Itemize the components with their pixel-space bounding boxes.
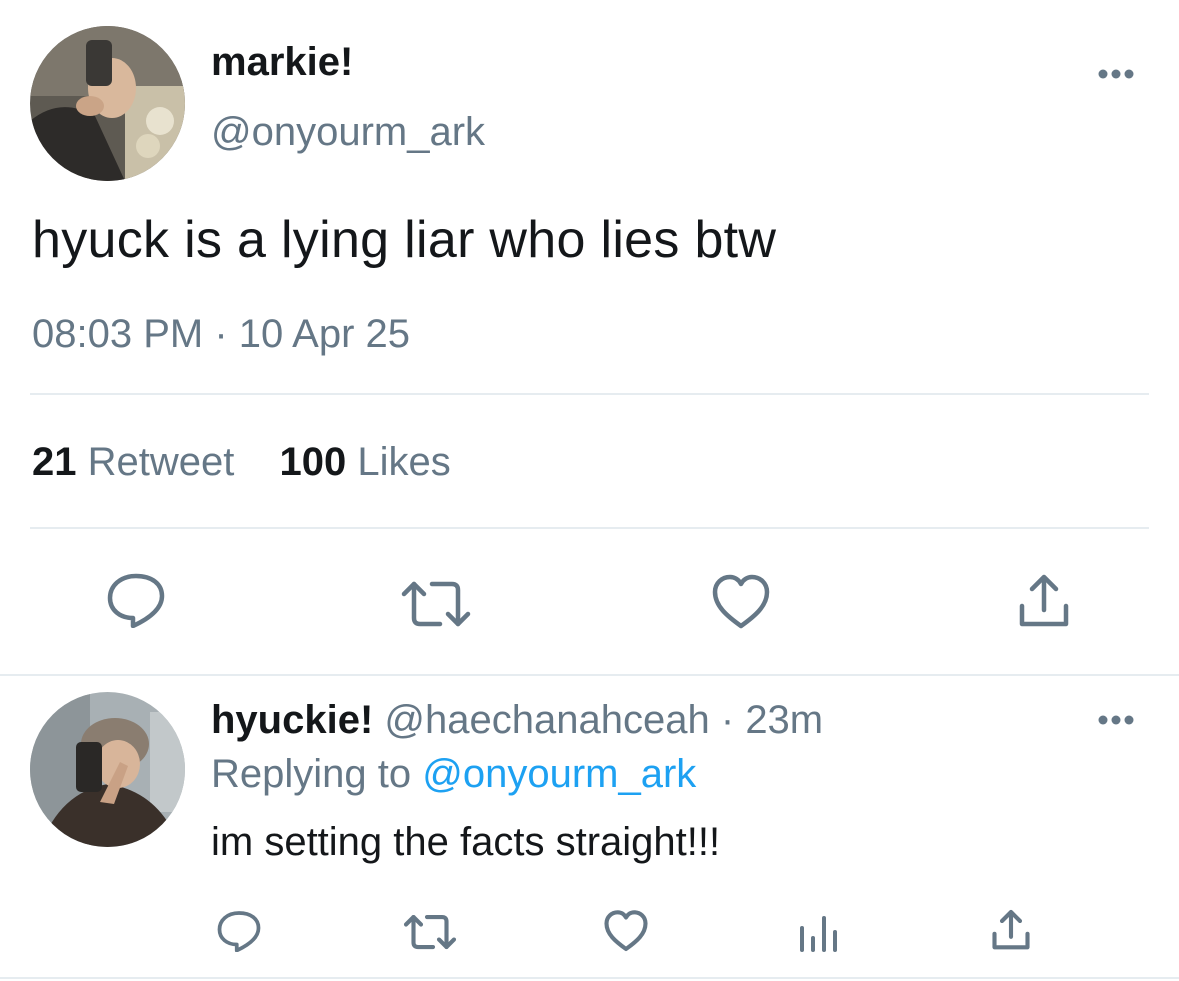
display-name[interactable]: markie! [211,38,353,86]
reply-avatar[interactable] [30,692,185,847]
more-dots-icon[interactable] [1096,66,1136,82]
reply-text: im setting the facts straight!!! [211,820,721,864]
reply-time[interactable]: 23m [745,698,823,742]
share-icon[interactable] [1016,572,1072,630]
share-icon[interactable] [990,908,1032,952]
divider [0,674,1179,676]
heart-icon[interactable] [603,910,649,952]
more-dots-icon[interactable] [1096,712,1136,728]
engagement-stats: 21 Retweet 100 Likes [32,438,451,486]
reply-icon[interactable] [216,910,262,952]
separator: · [720,698,735,742]
tweet-text: hyuck is a lying liar who lies btw [32,211,777,269]
timestamp[interactable]: 08:03 PM · 10 Apr 25 [32,310,410,358]
divider [30,393,1149,395]
reply-handle[interactable]: @haechanahceah [384,698,709,742]
replying-to-link[interactable]: @onyourm_ark [422,752,696,796]
like-count[interactable]: 100 [280,440,347,484]
heart-icon[interactable] [711,574,771,630]
replying-prefix: Replying to [211,752,412,796]
reply-header: hyuckie! @haechanahceah · 23m [211,696,823,744]
divider [0,977,1179,979]
user-handle[interactable]: @onyourm_ark [211,108,485,156]
like-label[interactable]: Likes [357,440,450,484]
reply-icon[interactable] [106,572,166,628]
reply-display-name[interactable]: hyuckie! [211,698,373,742]
retweet-icon[interactable] [402,914,458,950]
retweet-icon[interactable] [400,580,472,628]
analytics-icon[interactable] [798,912,840,952]
retweet-count[interactable]: 21 [32,440,77,484]
divider [30,527,1149,529]
retweet-label[interactable]: Retweet [88,440,235,484]
replying-to: Replying to @onyourm_ark [211,750,696,798]
avatar[interactable] [30,26,185,181]
